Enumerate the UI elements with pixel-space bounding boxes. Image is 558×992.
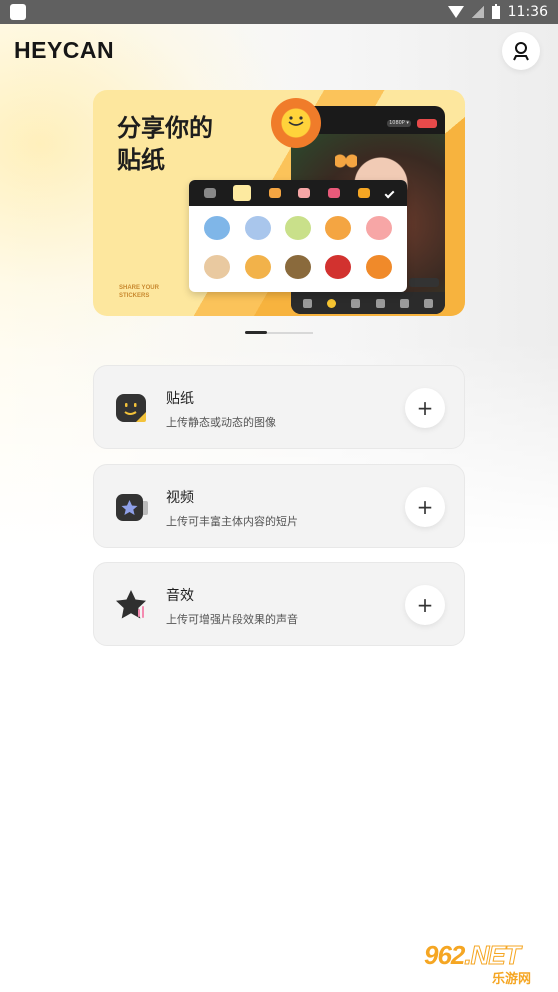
strawberry-sticker	[325, 255, 352, 279]
card-description: 上传可增强片段效果的声音	[166, 613, 298, 626]
sticker-tab-icon	[203, 188, 216, 198]
check-icon	[384, 188, 395, 198]
tag-mock	[409, 278, 439, 287]
smile-face-icon	[288, 116, 304, 126]
butterfly-sticker	[325, 216, 352, 240]
add-sticker-button[interactable]: +	[405, 388, 445, 428]
watermark-subtitle: 乐游网	[492, 972, 532, 987]
flowers-sticker	[244, 255, 271, 279]
banner-subtitle: SHARE YOUR STICKERS	[119, 284, 159, 300]
card-title: 视频	[166, 490, 194, 506]
butterfly-tab-icon	[268, 188, 281, 198]
toolbar-icon	[399, 298, 409, 308]
watermark-brand-tld: .NET	[464, 940, 521, 971]
export-button-mock	[417, 119, 437, 128]
phone-toolbar	[291, 292, 445, 314]
profile-button[interactable]	[502, 32, 540, 70]
carousel-dot-active	[245, 331, 267, 334]
toolbar-icon	[302, 298, 312, 308]
upload-card-sound[interactable]: 音效 上传可增强片段效果的声音 +	[93, 562, 465, 646]
star-icon	[326, 298, 336, 308]
toolbar-icon	[375, 298, 385, 308]
flower-tab-icon	[328, 188, 341, 198]
resolution-pill: 1080P ▾	[387, 120, 411, 127]
sticker-tab-icon-selected	[233, 185, 252, 201]
notification-icon	[10, 4, 26, 20]
add-sound-button[interactable]: +	[405, 585, 445, 625]
status-icons: 11:36	[447, 3, 548, 20]
promo-banner[interactable]: 分享你的 贴纸 SHARE YOUR STICKERS 1080P ▾	[93, 90, 465, 316]
watermark-logo: 962.NET 乐游网	[418, 940, 554, 988]
check-icon	[424, 298, 434, 308]
status-bar: 11:36	[0, 0, 558, 24]
upload-card-video[interactable]: 视频 上传可丰富主体内容的短片 +	[93, 464, 465, 548]
butterfly-sticker-large	[335, 152, 357, 170]
sticker-item	[204, 216, 231, 240]
carousel-indicator	[245, 331, 313, 334]
sticker-grid	[189, 206, 407, 292]
banner-subtitle-line2: STICKERS	[119, 293, 150, 299]
emoji-icon	[351, 298, 361, 308]
card-title: 贴纸	[166, 391, 194, 407]
heart-tab-icon	[298, 188, 311, 198]
carousel-track	[267, 331, 313, 334]
pizza-sticker	[284, 255, 311, 279]
watermark-brand-number: 962	[424, 940, 465, 970]
app-logo: HEYCAN	[14, 37, 115, 63]
upload-card-sticker[interactable]: 贴纸 上传静态或动态的图像 +	[93, 365, 465, 449]
sticker-icon	[116, 394, 146, 422]
app-header: HEYCAN	[0, 24, 558, 76]
sun-tab-icon	[357, 188, 370, 198]
watermark-brand: 962.NET	[424, 940, 521, 971]
battery-icon	[491, 3, 500, 19]
flower-sticker	[365, 255, 392, 279]
sound-effect-icon	[116, 590, 146, 619]
banner-title: 分享你的 贴纸	[117, 112, 257, 176]
add-video-button[interactable]: +	[405, 487, 445, 527]
banner-subtitle-line1: SHARE YOUR	[119, 285, 159, 291]
video-icon	[116, 494, 148, 521]
card-description: 上传静态或动态的图像	[166, 416, 276, 429]
card-description: 上传可丰富主体内容的短片	[166, 515, 298, 528]
user-icon	[513, 42, 529, 61]
signal-icon	[471, 6, 484, 18]
heart-sticker	[365, 216, 392, 240]
banner-title-line1: 分享你的	[117, 114, 213, 142]
sticker-tabs	[189, 180, 407, 206]
sticker-item	[284, 216, 311, 240]
drink-sticker	[204, 255, 231, 279]
wifi-icon	[447, 6, 464, 18]
card-title: 音效	[166, 588, 194, 604]
sticker-item	[244, 216, 271, 240]
banner-title-line2: 贴纸	[117, 146, 165, 174]
sticker-panel-mock	[189, 180, 407, 292]
status-time: 11:36	[507, 4, 548, 20]
